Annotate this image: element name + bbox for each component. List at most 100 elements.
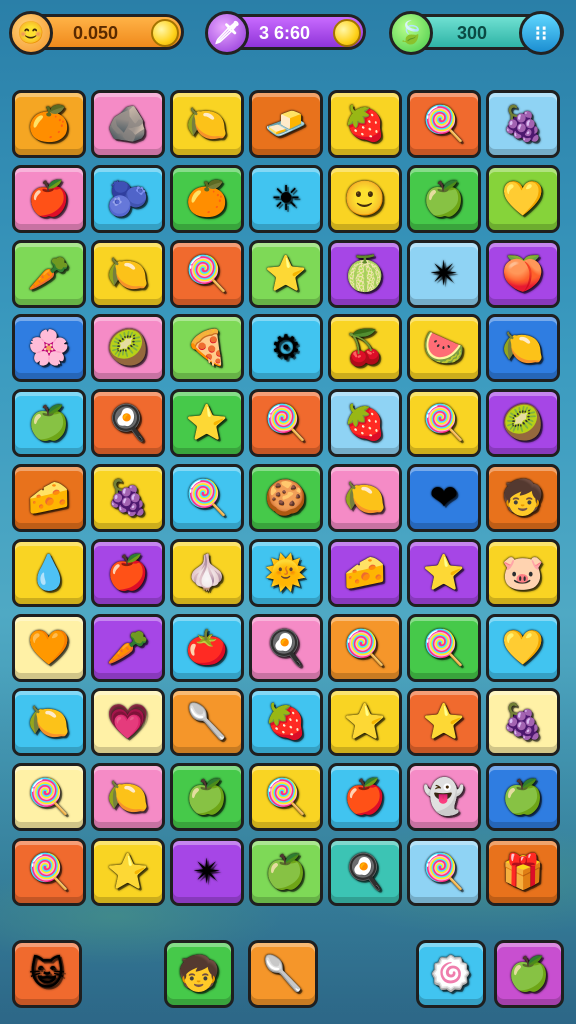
grape-icon: 🍇 xyxy=(106,477,150,518)
apple-icon: 🍎 xyxy=(343,777,387,818)
coins-counter[interactable]: 😊 0.050 xyxy=(9,11,184,55)
tile-r5-c3[interactable]: ⭐ xyxy=(170,389,244,458)
kiwi-icon: 🥝 xyxy=(106,328,150,369)
tile-r3-c1[interactable]: 🥕 xyxy=(12,239,86,308)
apple-icon: 🍎 xyxy=(106,552,150,593)
tile-r7-c6[interactable]: ⭐ xyxy=(407,538,481,607)
tile-r8-c5[interactable]: 🍭 xyxy=(328,613,402,682)
tile-r11-c3[interactable]: ✴ xyxy=(170,837,244,906)
tile-r5-c7[interactable]: 🥝 xyxy=(486,389,560,458)
tile-r8-c4[interactable]: 🍳 xyxy=(249,613,323,682)
tile-r6-c6[interactable]: ❤ xyxy=(407,463,481,532)
booster-button-5[interactable]: 🍏 xyxy=(494,940,564,1008)
booster-button-1[interactable]: 😺 xyxy=(12,940,82,1008)
tile-r8-c6[interactable]: 🍭 xyxy=(407,613,481,682)
tile-r11-c2[interactable]: ⭐ xyxy=(91,837,165,906)
tile-r7-c7[interactable]: 🐷 xyxy=(486,538,560,607)
tile-r4-c2[interactable]: 🥝 xyxy=(91,314,165,383)
lollipop-icon: 🍭 xyxy=(422,403,466,444)
sun-icon: ☀ xyxy=(270,178,302,219)
tile-r5-c6[interactable]: 🍭 xyxy=(407,389,481,458)
tile-r2-c6[interactable]: 🍏 xyxy=(407,164,481,233)
tile-r2-c1[interactable]: 🍎 xyxy=(12,164,86,233)
tile-r7-c3[interactable]: 🧄 xyxy=(170,538,244,607)
tile-r10-c3[interactable]: 🍏 xyxy=(170,763,244,832)
tile-r1-c5[interactable]: 🍓 xyxy=(328,90,402,158)
tile-r6-c1[interactable]: 🧀 xyxy=(12,463,86,532)
energy-counter[interactable]: 🍃 300 ⁝⁝ xyxy=(389,11,564,55)
tile-r3-c2[interactable]: 🍋 xyxy=(91,239,165,308)
tile-r7-c4[interactable]: 🌞 xyxy=(249,538,323,607)
booster-button-2[interactable]: 🧒 xyxy=(164,940,234,1008)
tile-r4-c5[interactable]: 🍒 xyxy=(328,314,402,383)
tile-r2-c5[interactable]: 🙂 xyxy=(328,164,402,233)
tile-r5-c4[interactable]: 🍭 xyxy=(249,389,323,458)
green-blob-icon: 🍏 xyxy=(264,851,308,892)
tile-r8-c7[interactable]: 💛 xyxy=(486,613,560,682)
tile-r1-c6[interactable]: 🍭 xyxy=(407,90,481,158)
tile-r11-c4[interactable]: 🍏 xyxy=(249,837,323,906)
tile-r4-c1[interactable]: 🌸 xyxy=(12,314,86,383)
tile-r11-c7[interactable]: 🎁 xyxy=(486,837,560,906)
gems-counter[interactable]: 🗡 3 6:60 xyxy=(205,11,366,55)
tile-r1-c1[interactable]: 🍊 xyxy=(12,90,86,158)
booster-button-3[interactable]: 🥄 xyxy=(248,940,318,1008)
tile-r9-c2[interactable]: 💗 xyxy=(91,688,165,757)
tile-r2-c4[interactable]: ☀ xyxy=(249,164,323,233)
melon-slice-icon: 🍈 xyxy=(343,253,387,294)
lemon-icon: 🍋 xyxy=(185,104,229,144)
tile-r10-c4[interactable]: 🍭 xyxy=(249,763,323,832)
tile-r6-c3[interactable]: 🍭 xyxy=(170,463,244,532)
tile-r11-c6[interactable]: 🍭 xyxy=(407,837,481,906)
tile-r9-c1[interactable]: 🍋 xyxy=(12,688,86,757)
tile-r9-c7[interactable]: 🍇 xyxy=(486,688,560,757)
tile-r5-c5[interactable]: 🍓 xyxy=(328,389,402,458)
tile-r3-c3[interactable]: 🍭 xyxy=(170,239,244,308)
orange-pop-icon: 🍊 xyxy=(185,178,229,219)
tile-r10-c7[interactable]: 🍏 xyxy=(486,763,560,832)
tile-r3-c4[interactable]: ⭐ xyxy=(249,239,323,308)
tile-r3-c6[interactable]: ✴ xyxy=(407,239,481,308)
tile-r6-c7[interactable]: 🧒 xyxy=(486,463,560,532)
tile-r10-c5[interactable]: 🍎 xyxy=(328,763,402,832)
tile-r9-c5[interactable]: ⭐ xyxy=(328,688,402,757)
tile-r9-c4[interactable]: 🍓 xyxy=(249,688,323,757)
carrot-icon: 🥕 xyxy=(27,253,71,294)
tile-r3-c7[interactable]: 🍑 xyxy=(486,239,560,308)
tile-r10-c6[interactable]: 👻 xyxy=(407,763,481,832)
tile-r2-c3[interactable]: 🍊 xyxy=(170,164,244,233)
star-icon: ⭐ xyxy=(264,253,308,294)
tile-r7-c1[interactable]: 💧 xyxy=(12,538,86,607)
tile-r1-c4[interactable]: 🧈 xyxy=(249,90,323,158)
tile-r3-c5[interactable]: 🍈 xyxy=(328,239,402,308)
tile-r4-c3[interactable]: 🍕 xyxy=(170,314,244,383)
tile-r1-c3[interactable]: 🍋 xyxy=(170,90,244,158)
tile-r10-c1[interactable]: 🍭 xyxy=(12,763,86,832)
tile-r4-c7[interactable]: 🍋 xyxy=(486,314,560,383)
tile-r5-c2[interactable]: 🍳 xyxy=(91,389,165,458)
menu-icon[interactable]: ⁝⁝ xyxy=(519,11,563,55)
tile-r8-c1[interactable]: 🧡 xyxy=(12,613,86,682)
tile-r1-c2[interactable]: 🪨 xyxy=(91,90,165,158)
pan-icon: 🍳 xyxy=(343,851,387,892)
tile-r8-c2[interactable]: 🥕 xyxy=(91,613,165,682)
tile-r5-c1[interactable]: 🍏 xyxy=(12,389,86,458)
tile-r6-c5[interactable]: 🍋 xyxy=(328,463,402,532)
tile-r11-c1[interactable]: 🍭 xyxy=(12,837,86,906)
booster-button-4[interactable]: 🍥 xyxy=(416,940,486,1008)
tile-r6-c4[interactable]: 🍪 xyxy=(249,463,323,532)
tile-r9-c3[interactable]: 🥄 xyxy=(170,688,244,757)
tile-r2-c2[interactable]: 🫐 xyxy=(91,164,165,233)
tile-r10-c2[interactable]: 🍋 xyxy=(91,763,165,832)
tile-r9-c6[interactable]: ⭐ xyxy=(407,688,481,757)
tile-r8-c3[interactable]: 🍅 xyxy=(170,613,244,682)
lemon-icon: 🍋 xyxy=(27,702,71,743)
tile-r4-c4[interactable]: ⚙ xyxy=(249,314,323,383)
tile-r11-c5[interactable]: 🍳 xyxy=(328,837,402,906)
tile-r2-c7[interactable]: 💛 xyxy=(486,164,560,233)
tile-r1-c7[interactable]: 🍇 xyxy=(486,90,560,158)
tile-r7-c2[interactable]: 🍎 xyxy=(91,538,165,607)
tile-r4-c6[interactable]: 🍉 xyxy=(407,314,481,383)
tile-r7-c5[interactable]: 🧀 xyxy=(328,538,402,607)
tile-r6-c2[interactable]: 🍇 xyxy=(91,463,165,532)
